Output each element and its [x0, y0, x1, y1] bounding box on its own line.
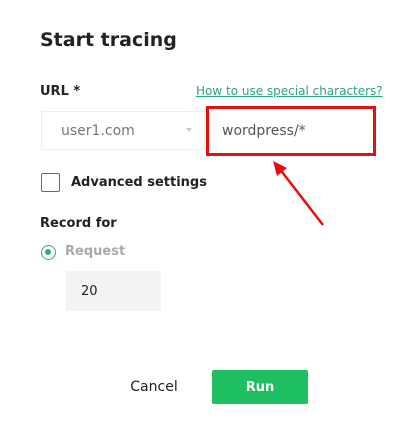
- request-radio[interactable]: [41, 245, 56, 260]
- domain-select-value: user1.com: [61, 122, 135, 139]
- url-label: URL *: [40, 84, 81, 99]
- domain-select[interactable]: user1.com: [41, 111, 205, 150]
- record-for-label: Record for: [40, 216, 117, 231]
- request-radio-label[interactable]: Request: [65, 244, 125, 259]
- cancel-button[interactable]: Cancel: [110, 370, 198, 404]
- caret-down-icon: [186, 128, 192, 132]
- url-path-value: wordpress/*: [222, 123, 306, 139]
- request-count-input[interactable]: 20: [66, 271, 161, 311]
- advanced-settings-checkbox[interactable]: [41, 173, 60, 192]
- dialog-title: Start tracing: [40, 29, 177, 51]
- annotation-arrow-icon: [273, 161, 324, 226]
- url-path-input[interactable]: wordpress/*: [206, 106, 376, 156]
- request-count-value: 20: [81, 283, 98, 299]
- run-button[interactable]: Run: [212, 370, 308, 404]
- advanced-settings-label[interactable]: Advanced settings: [71, 175, 207, 190]
- special-characters-help-link[interactable]: How to use special characters?: [196, 84, 383, 98]
